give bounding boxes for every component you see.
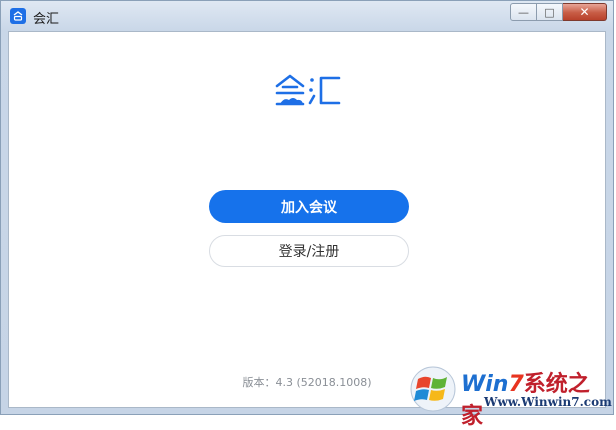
watermark-win: Win bbox=[461, 372, 509, 397]
watermark: Win7系统之家 Www.Winwin7.com bbox=[409, 365, 612, 429]
minimize-icon: — bbox=[518, 5, 529, 19]
windows-flag-icon bbox=[410, 366, 456, 412]
minimize-button[interactable]: — bbox=[510, 3, 537, 21]
title-bar[interactable]: 会汇 — □ ✕ bbox=[1, 1, 613, 31]
app-logo: 会汇 bbox=[275, 74, 341, 106]
maximize-icon: □ bbox=[544, 5, 555, 19]
maximize-button[interactable]: □ bbox=[537, 3, 563, 21]
client-area: 会汇 加入会议 登录/注册 版本：4.3 (52018.1008) bbox=[8, 31, 606, 408]
watermark-seven: 7 bbox=[508, 372, 524, 397]
close-button[interactable]: ✕ bbox=[563, 3, 607, 21]
watermark-url: Www.Winwin7.com bbox=[484, 395, 612, 409]
window-title: 会汇 bbox=[33, 12, 60, 27]
app-window: 会汇 — □ ✕ 会汇 加入会议 bbox=[0, 0, 614, 429]
login-register-button[interactable]: 登录/注册 bbox=[209, 235, 409, 267]
window-controls: — □ ✕ bbox=[510, 3, 607, 21]
app-icon bbox=[10, 8, 26, 24]
close-icon: ✕ bbox=[579, 5, 590, 19]
join-meeting-button[interactable]: 加入会议 bbox=[209, 190, 409, 223]
